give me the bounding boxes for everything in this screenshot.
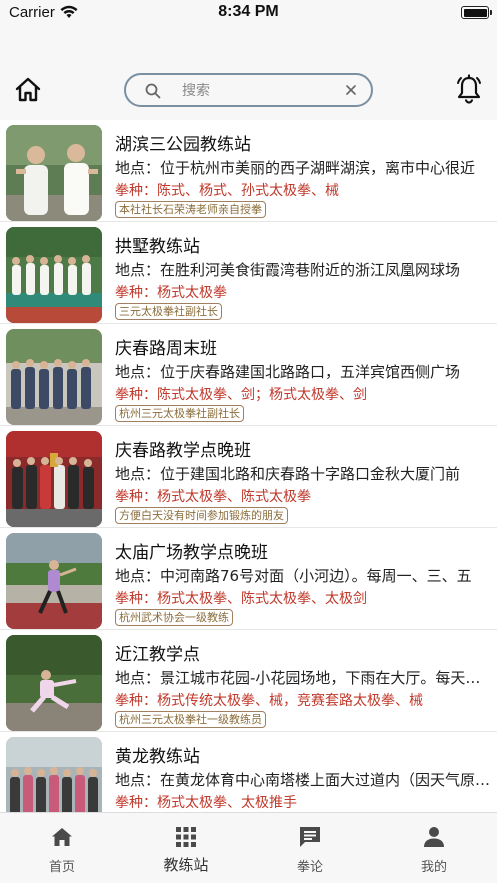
station-tag: 方便白天没有时间参加锻炼的朋友 (115, 507, 288, 524)
search-icon (145, 83, 161, 99)
tab-label: 教练站 (163, 856, 209, 874)
station-address: 地点：位于庆春路建国北路路口，五洋宾馆西侧广场 (115, 363, 461, 381)
station-styles: 拳种：杨式太极拳、陈式太极拳 (115, 489, 311, 505)
station-tag: 杭州三元太极拳社一级教练员 (115, 711, 266, 728)
station-photo (6, 635, 102, 731)
station-tag: 杭州三元太极拳社副社长 (115, 405, 244, 422)
tab-theory[interactable]: 拳论 (248, 813, 372, 883)
station-photo (6, 533, 102, 629)
message-icon (300, 827, 320, 847)
station-photo (6, 329, 102, 425)
station-list[interactable]: 湖滨三公园教练站 地点：位于杭州市美丽的西子湖畔湖滨，离市中心很近 拳种：陈式、… (0, 120, 497, 812)
station-address: 地点：在胜利河美食街霞湾巷附近的浙江凤凰网球场 (115, 261, 461, 279)
tab-profile[interactable]: 我的 (372, 813, 496, 883)
list-item[interactable]: 黄龙教练站 地点：在黄龙体育中心南塔楼上面大过道内（因天气原因） 拳种：杨式太极… (0, 732, 497, 812)
station-title: 湖滨三公园教练站 (115, 135, 251, 155)
user-icon (424, 827, 444, 847)
station-styles: 拳种：杨式太极拳 (115, 285, 227, 301)
tab-label: 首页 (48, 860, 75, 875)
station-tag: 杭州武术协会一级教练 (115, 609, 233, 626)
station-photo (6, 227, 102, 323)
station-photo (6, 737, 102, 812)
station-title: 拱墅教练站 (115, 237, 200, 257)
station-title: 黄龙教练站 (115, 747, 200, 767)
station-title: 庆春路周末班 (115, 339, 217, 359)
home-icon (52, 828, 72, 846)
tab-home[interactable]: 首页 (0, 813, 124, 883)
list-item[interactable]: 湖滨三公园教练站 地点：位于杭州市美丽的西子湖畔湖滨，离市中心很近 拳种：陈式、… (0, 120, 497, 222)
station-title: 近江教学点 (115, 645, 200, 665)
station-title: 庆春路教学点晚班 (115, 441, 251, 461)
list-item[interactable]: 太庙广场教学点晚班 地点：中河南路76号对面（小河边）。每周一、三、五 拳种：杨… (0, 528, 497, 630)
home-icon[interactable] (14, 76, 42, 104)
list-item[interactable]: 庆春路周末班 地点：位于庆春路建国北路路口，五洋宾馆西侧广场 拳种：陈式太极拳、… (0, 324, 497, 426)
tab-stations[interactable]: 教练站 (124, 813, 248, 883)
list-item[interactable]: 庆春路教学点晚班 地点：位于建国北路和庆春路十字路口金秋大厦门前 拳种：杨式太极… (0, 426, 497, 528)
station-styles: 拳种：陈式、杨式、孙式太极拳、械 (115, 183, 339, 199)
station-styles: 拳种：陈式太极拳、剑；杨式太极拳、剑 (115, 387, 367, 403)
station-tag: 本社社长石荣涛老师亲自授拳 (115, 201, 266, 218)
station-photo (6, 431, 102, 527)
tab-label: 我的 (420, 860, 447, 875)
station-photo (6, 125, 102, 221)
list-item[interactable]: 近江教学点 地点：景江城市花园-小花园场地，下雨在大厅。每天早上 拳种：杨式传统… (0, 630, 497, 732)
station-styles: 拳种：杨式太极拳、陈式太极拳、太极剑 (115, 591, 367, 607)
station-address: 地点：中河南路76号对面（小河边）。每周一、三、五 (115, 567, 472, 585)
clock: 8:34 PM (218, 3, 279, 20)
station-address: 地点：位于建国北路和庆春路十字路口金秋大厦门前 (115, 465, 461, 483)
list-item[interactable]: 拱墅教练站 地点：在胜利河美食街霞湾巷附近的浙江凤凰网球场 拳种：杨式太极拳 三… (0, 222, 497, 324)
station-title: 太庙广场教学点晚班 (115, 543, 268, 563)
station-address: 地点：在黄龙体育中心南塔楼上面大过道内（因天气原因） (115, 771, 491, 789)
search-input[interactable] (182, 80, 332, 102)
grid-icon (176, 827, 196, 847)
battery-icon (461, 6, 492, 19)
search-bar[interactable] (124, 73, 373, 107)
station-styles: 拳种：杨式传统太极拳、械，竞赛套路太极拳、械 (115, 693, 423, 709)
tab-bar: 首页 教练站 拳论 我的 (0, 812, 497, 883)
clear-icon[interactable] (345, 84, 357, 96)
bell-icon[interactable] (455, 74, 483, 104)
tab-label: 拳论 (296, 860, 323, 875)
top-bar (0, 60, 497, 120)
status-bar: Carrier 8:34 PM (0, 0, 497, 26)
station-address: 地点：景江城市花园-小花园场地，下雨在大厅。每天早上 (115, 669, 491, 687)
station-address: 地点：位于杭州市美丽的西子湖畔湖滨，离市中心很近 (115, 159, 476, 177)
station-styles: 拳种：杨式太极拳、太极推手 (115, 795, 297, 811)
station-tag: 三元太极拳社副社长 (115, 303, 222, 320)
